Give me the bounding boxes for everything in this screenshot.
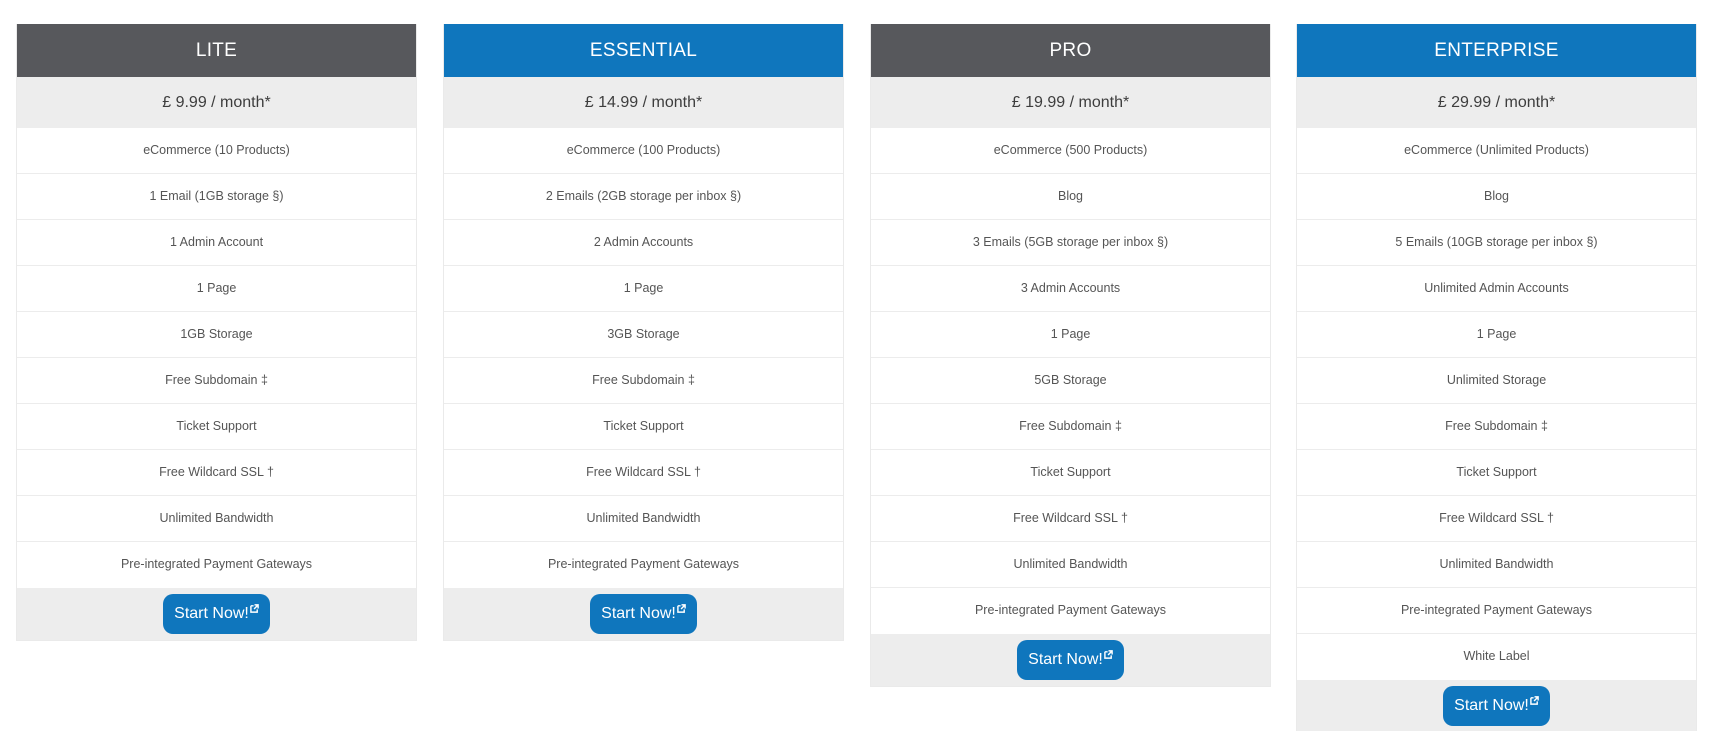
feature-item: Unlimited Bandwidth [1297,542,1696,588]
feature-item: 3 Admin Accounts [871,266,1270,312]
feature-item: 3GB Storage [444,312,843,358]
feature-item: 1 Page [17,266,416,312]
start-now-button[interactable]: Start Now! [590,594,697,634]
feature-list: eCommerce (Unlimited Products) Blog 5 Emai… [1297,128,1696,680]
feature-list: eCommerce (100 Products) 2 Emails (2GB st… [444,128,843,588]
feature-item: Ticket Support [17,404,416,450]
feature-item: Free Wildcard SSL † [1297,496,1696,542]
feature-item: White Label [1297,634,1696,680]
start-now-button[interactable]: Start Now! [1017,640,1124,680]
feature-item: Pre-integrated Payment Gateways [17,542,416,588]
external-link-icon [250,604,259,613]
feature-item: 5GB Storage [871,358,1270,404]
feature-item: Free Subdomain ‡ [17,358,416,404]
plan-price: £ 19.99 / month* [871,77,1270,128]
start-now-button[interactable]: Start Now! [163,594,270,634]
pricing-card-lite: LITE £ 9.99 / month* eCommerce (10 Produ… [16,24,417,641]
feature-item: eCommerce (500 Products) [871,128,1270,174]
feature-item: Unlimited Bandwidth [17,496,416,542]
feature-item: Pre-integrated Payment Gateways [871,588,1270,634]
feature-item: Ticket Support [444,404,843,450]
pricing-card-essential: ESSENTIAL £ 14.99 / month* eCommerce (10… [443,24,844,641]
feature-item: Free Subdomain ‡ [444,358,843,404]
start-now-label: Start Now! [1454,697,1529,714]
feature-item: Ticket Support [871,450,1270,496]
feature-item: 1 Page [444,266,843,312]
feature-item: Free Subdomain ‡ [871,404,1270,450]
feature-item: Unlimited Bandwidth [871,542,1270,588]
card-footer: Start Now! [17,588,416,640]
feature-item: eCommerce (10 Products) [17,128,416,174]
pricing-card-pro: PRO £ 19.99 / month* eCommerce (500 Prod… [870,24,1271,687]
plan-price: £ 29.99 / month* [1297,77,1696,128]
pricing-card-enterprise: ENTERPRISE £ 29.99 / month* eCommerce (U… [1296,24,1697,731]
feature-item: 1 Admin Account [17,220,416,266]
feature-item: 1 Page [1297,312,1696,358]
feature-item: 1 Page [871,312,1270,358]
start-now-label: Start Now! [601,605,676,622]
feature-list: eCommerce (10 Products) 1 Email (1GB stor… [17,128,416,588]
feature-item: 1GB Storage [17,312,416,358]
feature-item: Unlimited Admin Accounts [1297,266,1696,312]
feature-item: Blog [1297,174,1696,220]
feature-item: 2 Emails (2GB storage per inbox §) [444,174,843,220]
feature-list: eCommerce (500 Products) Blog 3 Emails (5G… [871,128,1270,634]
plan-name: PRO [871,24,1270,77]
start-now-label: Start Now! [174,605,249,622]
card-footer: Start Now! [871,634,1270,686]
card-footer: Start Now! [1297,680,1696,731]
card-footer: Start Now! [444,588,843,640]
start-now-label: Start Now! [1028,651,1103,668]
plan-price: £ 9.99 / month* [17,77,416,128]
feature-item: Unlimited Storage [1297,358,1696,404]
feature-item: Pre-integrated Payment Gateways [1297,588,1696,634]
feature-item: Free Wildcard SSL † [444,450,843,496]
feature-item: Ticket Support [1297,450,1696,496]
feature-item: Free Wildcard SSL † [17,450,416,496]
plan-name: LITE [17,24,416,77]
feature-item: Free Subdomain ‡ [1297,404,1696,450]
feature-item: 3 Emails (5GB storage per inbox §) [871,220,1270,266]
feature-item: 5 Emails (10GB storage per inbox §) [1297,220,1696,266]
feature-item: 1 Email (1GB storage §) [17,174,416,220]
start-now-button[interactable]: Start Now! [1443,686,1550,726]
external-link-icon [1530,696,1539,705]
feature-item: Free Wildcard SSL † [871,496,1270,542]
feature-item: 2 Admin Accounts [444,220,843,266]
feature-item: Unlimited Bandwidth [444,496,843,542]
feature-item: eCommerce (100 Products) [444,128,843,174]
plan-name: ESSENTIAL [444,24,843,77]
feature-item: Pre-integrated Payment Gateways [444,542,843,588]
external-link-icon [677,604,686,613]
external-link-icon [1104,650,1113,659]
feature-item: Blog [871,174,1270,220]
plan-name: ENTERPRISE [1297,24,1696,77]
plan-price: £ 14.99 / month* [444,77,843,128]
feature-item: eCommerce (Unlimited Products) [1297,128,1696,174]
